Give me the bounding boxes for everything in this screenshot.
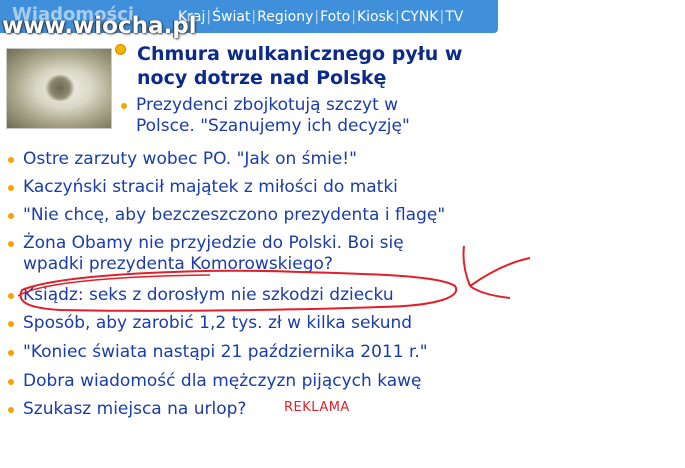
featured-sub-link[interactable]: Prezydenci zbojkotują szczyt w Polsce. "… bbox=[136, 95, 456, 137]
nav-item-regiony[interactable]: Regiony bbox=[257, 9, 313, 25]
featured-headline-link[interactable]: Chmura wulkanicznego pyłu w nocy dotrze … bbox=[137, 42, 497, 90]
site-watermark: www.wiocha.pl bbox=[2, 13, 197, 39]
ad-label: REKLAMA bbox=[284, 400, 350, 415]
nav-separator: | bbox=[351, 9, 356, 25]
bullet-icon bbox=[8, 157, 14, 163]
news-link-5[interactable]: Ksiądz: seks z dorosłym nie szkodzi dzie… bbox=[23, 285, 394, 306]
section-nav: Kraj | Świat | Regiony | Foto | Kiosk | CYNK |… bbox=[178, 9, 463, 25]
news-link-8[interactable]: Dobra wiadomość dla mężczyzn pijących ka… bbox=[23, 371, 422, 392]
bullet-icon bbox=[8, 379, 14, 385]
nav-item-swiat[interactable]: Świat bbox=[212, 9, 250, 25]
news-link-9[interactable]: Szukasz miejsca na urlop? bbox=[23, 399, 246, 420]
arrow-icon bbox=[462, 245, 531, 299]
nav-separator: | bbox=[251, 9, 257, 25]
news-link-6[interactable]: Sposób, aby zarobić 1,2 tys. zł w kilka … bbox=[23, 313, 412, 334]
news-link-7[interactable]: "Koniec świata nastąpi 21 października 2… bbox=[23, 342, 428, 363]
nav-item-tv[interactable]: TV bbox=[445, 9, 463, 25]
nav-item-foto[interactable]: Foto bbox=[320, 9, 350, 25]
bullet-icon bbox=[8, 241, 14, 247]
news-link-3[interactable]: "Nie chcę, aby bezczeszczono prezydenta … bbox=[23, 205, 445, 226]
news-link-4[interactable]: Żona Obamy nie przyjedzie do Polski. Boi… bbox=[23, 233, 463, 275]
nav-separator: | bbox=[395, 9, 400, 25]
nav-separator: | bbox=[206, 9, 212, 25]
bullet-icon bbox=[8, 213, 14, 219]
bullet-icon bbox=[8, 407, 14, 413]
news-link-1[interactable]: Ostre zarzuty wobec PO. "Jak on śmie!" bbox=[23, 149, 357, 170]
bullet-icon bbox=[8, 350, 14, 356]
nav-item-cynk[interactable]: CYNK bbox=[401, 9, 439, 25]
bullet-icon bbox=[8, 293, 14, 299]
headline-bullet-icon bbox=[115, 44, 126, 55]
bullet-icon bbox=[121, 103, 127, 109]
nav-item-kiosk[interactable]: Kiosk bbox=[357, 9, 394, 25]
bullet-icon bbox=[8, 321, 14, 327]
news-link-2[interactable]: Kaczyński stracił majątek z miłości do m… bbox=[23, 177, 398, 198]
bullet-icon bbox=[8, 185, 14, 191]
nav-separator: | bbox=[314, 9, 320, 25]
featured-thumbnail[interactable] bbox=[6, 48, 112, 129]
